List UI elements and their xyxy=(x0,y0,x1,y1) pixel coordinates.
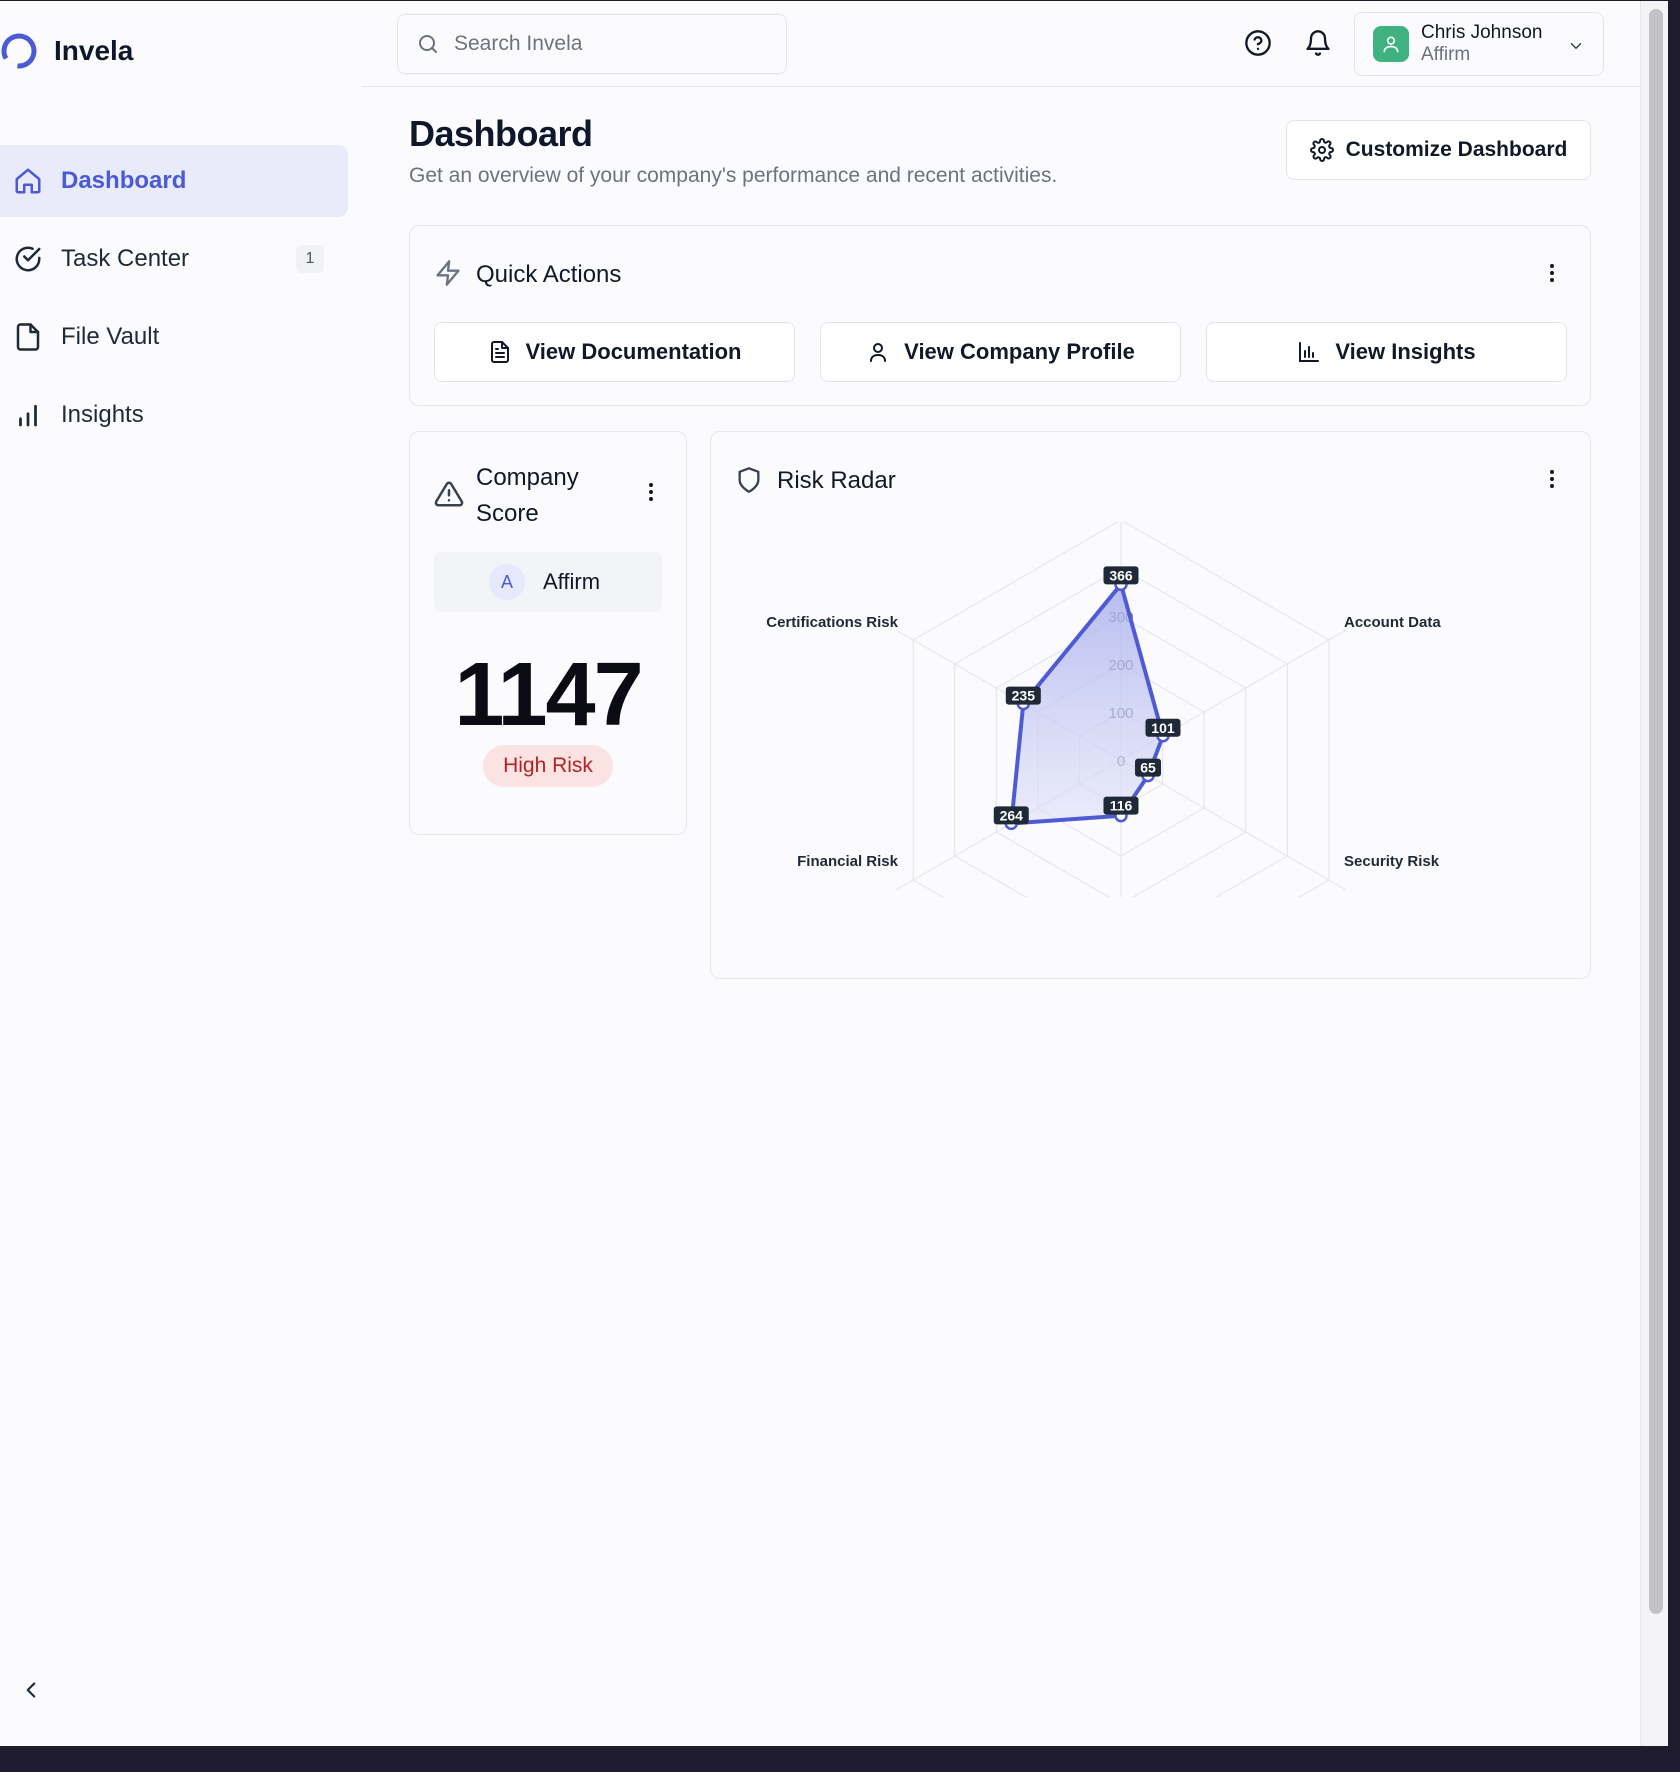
user-icon xyxy=(870,343,887,362)
radar-grid-spoke xyxy=(1120,759,1347,891)
shield-icon xyxy=(738,467,760,493)
radar-value-text: 116 xyxy=(1110,798,1133,814)
radar-value-label: 65 xyxy=(1135,758,1162,777)
view-insights-label: View Insights xyxy=(1335,339,1476,364)
page-scrollbar[interactable] xyxy=(1640,1,1668,1746)
sidebar-item-label: Dashboard xyxy=(61,167,187,194)
search-box[interactable] xyxy=(397,14,787,74)
sidebar-item-file-vault[interactable]: File Vault xyxy=(0,301,348,373)
company-name: Affirm xyxy=(543,569,601,594)
sidebar-item-label: Task Center xyxy=(61,245,190,272)
app-name: Invela xyxy=(54,35,134,66)
task-count-badge: 1 xyxy=(296,245,324,273)
lightning-icon xyxy=(436,260,460,286)
risk-radar-chart: 0100200300 36610165116264235 Account Dat… xyxy=(766,522,1441,897)
company-score-title-line2: Score xyxy=(476,500,539,527)
more-options-icon[interactable] xyxy=(1540,467,1564,491)
radar-value-text: 366 xyxy=(1109,567,1133,583)
company-score-card: Company Score A Affirm 1147 High Risk xyxy=(409,431,687,835)
user-menu[interactable]: Chris Johnson Affirm xyxy=(1354,12,1604,76)
search-icon xyxy=(419,35,437,53)
sidebar-item-dashboard[interactable]: Dashboard xyxy=(0,145,348,217)
customize-dashboard-button[interactable]: Customize Dashboard xyxy=(1286,120,1591,180)
document-icon xyxy=(490,341,509,363)
radar-value-text: 101 xyxy=(1151,720,1175,736)
app-logo[interactable]: Invela xyxy=(0,29,133,73)
page: Invela Dashboard Task Center 1 File Vaul… xyxy=(0,1,1640,1746)
help-icon[interactable] xyxy=(1244,29,1272,57)
view-insights-button[interactable]: View Insights xyxy=(1206,322,1567,382)
risk-level-badge: High Risk xyxy=(483,745,613,787)
logo-icon xyxy=(1,33,37,69)
radar-value-label: 116 xyxy=(1103,796,1139,815)
bar-chart-icon xyxy=(19,404,37,427)
sidebar-item-label: Insights xyxy=(61,401,144,428)
home-icon xyxy=(15,168,41,194)
bar-chart-icon xyxy=(1299,342,1320,362)
sidebar-item-task-center[interactable]: Task Center 1 xyxy=(0,223,348,295)
radar-value-label: 101 xyxy=(1145,718,1181,737)
view-company-profile-label: View Company Profile xyxy=(904,339,1135,364)
sidebar: Invela Dashboard Task Center 1 File Vaul… xyxy=(0,1,360,1746)
quick-actions-title: Quick Actions xyxy=(476,261,622,288)
warning-icon xyxy=(434,481,464,507)
radar-value-label: 366 xyxy=(1103,566,1139,585)
collapse-sidebar-icon[interactable] xyxy=(18,1677,44,1703)
chevron-down-icon xyxy=(1570,43,1582,49)
company-score-value: 1147 xyxy=(454,645,643,745)
radar-axis-label: Certifications Risk xyxy=(766,614,898,631)
user-company: Affirm xyxy=(1421,44,1471,65)
radar-value-text: 65 xyxy=(1140,760,1156,776)
gear-icon xyxy=(1309,138,1334,162)
radar-axis-label: Financial Risk xyxy=(797,853,899,870)
top-header: Chris Johnson Affirm xyxy=(362,1,1640,87)
radar-value-text: 235 xyxy=(1012,688,1036,704)
check-circle-icon xyxy=(15,246,41,272)
bell-icon[interactable] xyxy=(1304,29,1332,57)
quick-actions-card: Quick Actions View Documentation View Co… xyxy=(409,225,1591,406)
sidebar-item-insights[interactable]: Insights xyxy=(0,379,348,451)
view-company-profile-button[interactable]: View Company Profile xyxy=(820,322,1181,382)
file-icon xyxy=(16,323,40,351)
view-documentation-button[interactable]: View Documentation xyxy=(434,322,795,382)
radar-value-text: 264 xyxy=(1000,807,1024,823)
company-score-title: Company xyxy=(476,464,579,491)
avatar xyxy=(1373,26,1409,62)
app-window: Invela Dashboard Task Center 1 File Vaul… xyxy=(0,0,1668,1746)
company-chip: A Affirm xyxy=(434,552,662,612)
company-avatar: A xyxy=(489,564,525,600)
search-input[interactable] xyxy=(454,32,774,56)
radar-value-label: 264 xyxy=(993,806,1029,825)
page-title: Dashboard xyxy=(409,113,593,154)
radar-value-label: 235 xyxy=(1005,686,1041,705)
page-subtitle: Get an overview of your company's perfor… xyxy=(409,164,1058,187)
radar-axis-label: Security Risk xyxy=(1344,853,1440,870)
view-documentation-label: View Documentation xyxy=(525,339,742,364)
user-name: Chris Johnson xyxy=(1421,22,1543,43)
risk-radar-title: Risk Radar xyxy=(777,467,896,494)
scrollbar-thumb[interactable] xyxy=(1649,9,1663,1614)
sidebar-item-label: File Vault xyxy=(61,323,160,350)
customize-dashboard-label: Customize Dashboard xyxy=(1345,138,1568,161)
user-avatar-icon xyxy=(1383,36,1399,53)
more-options-icon[interactable] xyxy=(1540,261,1564,285)
risk-radar-card: Risk Radar 0100200300 36610165116264235 … xyxy=(710,431,1591,979)
radar-axis-label: Account Data xyxy=(1344,614,1441,631)
more-options-icon[interactable] xyxy=(639,480,663,504)
